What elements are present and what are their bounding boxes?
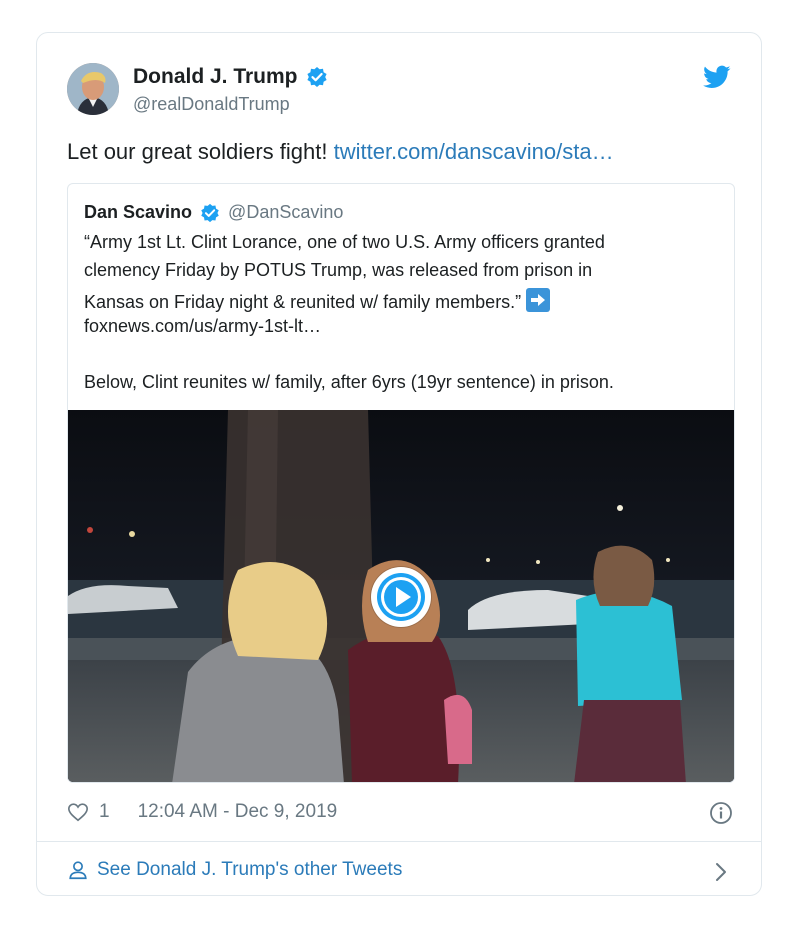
tweet-footer: 1 12:04 AM - Dec 9, 2019	[67, 801, 337, 823]
twitter-bird-icon[interactable]	[703, 63, 731, 91]
info-icon[interactable]	[709, 801, 733, 825]
embedded-tweet-card: Donald J. Trump @realDonaldTrump Let our…	[36, 32, 762, 896]
chevron-right-icon[interactable]	[713, 861, 729, 883]
divider	[37, 841, 761, 842]
verified-badge-icon	[306, 67, 327, 87]
see-other-tweets-label[interactable]: See Donald J. Trump's other Tweets	[97, 859, 402, 881]
author-handle[interactable]: @realDonaldTrump	[133, 94, 290, 115]
quoted-link[interactable]: foxnews.com/us/army-1st-lt…	[84, 316, 321, 337]
like-count[interactable]: 1	[99, 801, 110, 823]
quoted-text: Kansas on Friday night & reunited w/ fam…	[84, 292, 522, 312]
person-icon	[69, 861, 87, 880]
play-icon	[377, 573, 425, 621]
play-button[interactable]	[371, 567, 431, 627]
right-arrow-emoji-icon	[526, 288, 551, 312]
see-other-tweets-link[interactable]: See Donald J. Trump's other Tweets	[67, 859, 402, 881]
quoted-tweet[interactable]: Dan Scavino @DanScavino “Army 1st Lt. Cl…	[67, 183, 735, 783]
quoted-text-line: “Army 1st Lt. Clint Lorance, one of two …	[84, 232, 605, 252]
heart-icon[interactable]	[67, 801, 89, 823]
quoted-author-name[interactable]: Dan Scavino	[84, 202, 192, 223]
tweet-text: Let our great soldiers fight! twitter.co…	[67, 139, 614, 165]
quoted-text-line-3: Kansas on Friday night & reunited w/ fam…	[84, 288, 551, 313]
author-name-row[interactable]: Donald J. Trump	[133, 65, 328, 89]
quoted-text-line: Below, Clint reunites w/ family, after 6…	[84, 372, 614, 392]
verified-badge-icon	[201, 203, 219, 222]
timestamp[interactable]: 12:04 AM - Dec 9, 2019	[138, 801, 338, 823]
tweet-link[interactable]: twitter.com/danscavino/sta…	[334, 139, 614, 164]
video-thumbnail[interactable]	[68, 410, 734, 782]
author-name[interactable]: Donald J. Trump	[133, 65, 298, 89]
avatar[interactable]	[67, 63, 119, 115]
quoted-author-handle[interactable]: @DanScavino	[228, 202, 343, 223]
tweet-body: Let our great soldiers fight!	[67, 139, 334, 164]
quoted-text-line: clemency Friday by POTUS Trump, was rele…	[84, 260, 593, 280]
quoted-header: Dan Scavino @DanScavino	[84, 202, 343, 223]
